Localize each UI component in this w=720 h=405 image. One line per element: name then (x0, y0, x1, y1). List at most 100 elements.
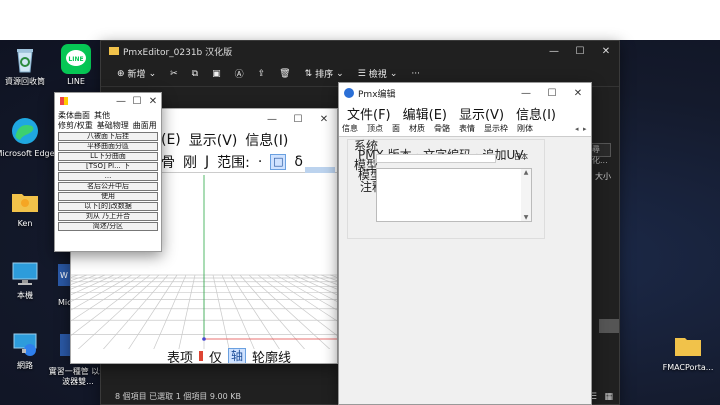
tab-face[interactable]: 面 (392, 123, 400, 136)
panel-button[interactable]: LL下分曲面 (58, 152, 158, 161)
tab-rigid-body[interactable]: 刚体 (517, 123, 533, 136)
view-button[interactable]: ☰ 檢視 ⌄ (358, 67, 398, 81)
folder-icon (10, 186, 40, 216)
panel-titlebar[interactable]: — ☐ ✕ (55, 93, 161, 109)
menu-info[interactable]: 信息(I) (245, 130, 288, 150)
more-button[interactable]: ··· (411, 69, 420, 79)
tab-display-frame[interactable]: 显示枠 (484, 123, 508, 136)
line-icon: LINE (61, 44, 91, 74)
panel-button[interactable]: ... (58, 172, 158, 181)
maximize-button[interactable]: ☐ (285, 114, 311, 125)
close-button[interactable]: ✕ (145, 96, 161, 107)
tab-morph[interactable]: 表情 (459, 123, 475, 136)
svg-text:W: W (60, 271, 68, 280)
copy-icon[interactable]: ⧉ (192, 69, 198, 79)
menu-edit[interactable]: 编辑(E) (403, 104, 447, 123)
user-folder-shortcut[interactable]: Ken (0, 186, 55, 229)
fmac-folder-label: FMACPorta... (662, 363, 714, 372)
menu-view[interactable]: 显示(V) (189, 130, 238, 150)
close-button[interactable]: ✕ (593, 46, 619, 57)
selected-file-row[interactable] (599, 319, 619, 333)
chevron-down-icon: ⌄ (389, 68, 398, 79)
close-button[interactable]: ✕ (311, 114, 337, 125)
share-icon[interactable]: ⇪ (258, 69, 266, 79)
tab-scroll-right-icon[interactable]: ▸ (583, 125, 587, 133)
tab-other[interactable]: 其他 (94, 111, 110, 121)
only-toggle[interactable]: 仅 (209, 347, 222, 364)
pmx-titlebar[interactable]: Pmx编辑 — ☐ ✕ (339, 83, 591, 103)
tab-bone[interactable]: 骨骼 (434, 123, 450, 136)
scroll-down-icon[interactable]: ▼ (521, 214, 531, 221)
sort-button[interactable]: ⇅ 排序 ⌄ (304, 67, 344, 81)
bone-toggle[interactable]: 骨 (161, 152, 175, 172)
menu-view[interactable]: 显示(V) (459, 104, 504, 123)
menu-edit[interactable]: (E) (161, 132, 181, 148)
new-button[interactable]: ⊕ 新增 ⌄ (117, 67, 157, 81)
fmac-folder-shortcut[interactable]: FMACPorta... (658, 330, 718, 373)
comment-textarea[interactable]: ▲ ▼ (376, 168, 532, 222)
menu-file[interactable]: 文件(F) (347, 104, 391, 123)
panel-button[interactable]: 名后公开中后 (58, 182, 158, 191)
model-name-input[interactable] (376, 154, 496, 163)
network-shortcut[interactable]: 網路 (0, 328, 55, 371)
minimize-button[interactable]: — (541, 46, 567, 57)
sort-icon: ⇅ (304, 68, 313, 79)
view-mini-toolbar[interactable] (305, 167, 335, 173)
maximize-button[interactable]: ☐ (539, 88, 565, 99)
edge-shortcut[interactable]: Microsoft Edge (0, 116, 55, 159)
rename-icon[interactable]: Ⓐ (235, 67, 244, 80)
tab-trim-weight[interactable]: 修剪/权重 (58, 121, 93, 131)
pmx-info-panel: 系统 PMX 版本 · 文字编码 · 追加UV 模型 模型 注释 日本 ▲ ▼ (347, 139, 545, 239)
edge-icon (10, 116, 40, 146)
japanese-label: 日本 (514, 153, 528, 161)
pmx-editor-window[interactable]: Pmx编辑 — ☐ ✕ 文件(F) 编辑(E) 显示(V) 信息(I) 信息 顶… (338, 82, 592, 405)
joint-toggle[interactable]: J (205, 154, 209, 170)
tab-surface-use[interactable]: 曲面用 (133, 121, 157, 131)
range-box-button[interactable]: □ (270, 153, 287, 170)
tab-vertex[interactable]: 顶点 (367, 123, 383, 136)
paste-icon[interactable]: ▣ (212, 69, 221, 79)
maximize-button[interactable]: ☐ (567, 46, 593, 57)
tool-panel-window[interactable]: — ☐ ✕ 柔体曲面 其他 修剪/权重 基础物理 曲面用 八被面下后挂 平移曲面… (54, 92, 162, 252)
panel-button[interactable]: 八被面下后挂 (58, 132, 158, 141)
comment-scrollbar[interactable]: ▲ ▼ (521, 169, 531, 221)
delta-button[interactable]: δ (294, 154, 303, 170)
line-shortcut[interactable]: LINE LINE (46, 44, 106, 87)
range-point-button[interactable]: · (258, 154, 262, 170)
scroll-up-icon[interactable]: ▲ (521, 169, 531, 176)
range-label: 范围: (217, 154, 250, 171)
menu-info[interactable]: 信息(I) (516, 104, 556, 123)
panel-button[interactable]: 刘从 乃上开合 (58, 212, 158, 221)
minimize-button[interactable]: — (113, 96, 129, 107)
panel-tabs-row2: 修剪/权重 基础物理 曲面用 (55, 121, 161, 131)
panel-button[interactable]: 使用 (58, 192, 158, 201)
panel-button[interactable]: 平移曲面分區 (58, 142, 158, 151)
minimize-button[interactable]: — (513, 88, 539, 99)
chevron-down-icon: ⌄ (148, 68, 157, 79)
tab-physics[interactable]: 基础物理 (97, 121, 129, 131)
network-icon (10, 328, 40, 358)
tab-info[interactable]: 信息 (342, 123, 358, 136)
line-label: LINE (67, 77, 85, 86)
edge-label: Microsoft Edge (0, 149, 55, 158)
rigid-toggle[interactable]: 刚 (183, 152, 197, 172)
tiles-view-icon[interactable]: ▦ (604, 392, 613, 402)
app-icon (60, 97, 68, 105)
maximize-button[interactable]: ☐ (129, 96, 145, 107)
vertex-toggle[interactable]: 表项 (167, 347, 193, 364)
panel-button[interactable]: [TSO] Pl... 下 (58, 162, 158, 171)
pmx-menubar: 文件(F) 编辑(E) 显示(V) 信息(I) (339, 103, 591, 123)
tab-scroll-left-icon[interactable]: ◂ (575, 125, 579, 133)
panel-button[interactable]: 简述/分区 (58, 222, 158, 231)
tab-soft-surface[interactable]: 柔体曲面 (58, 111, 90, 121)
explorer-titlebar[interactable]: PmxEditor_0231b 汉化版 — ☐ ✕ (101, 41, 619, 61)
panel-button[interactable]: 以下[的]改数据 (58, 202, 158, 211)
minimize-button[interactable]: — (259, 114, 285, 125)
outline-toggle[interactable]: 轮廓线 (252, 347, 291, 364)
tab-material[interactable]: 材质 (409, 123, 425, 136)
size-column-header[interactable]: 大小 (595, 171, 611, 182)
axis-toggle[interactable]: 轴 (228, 348, 247, 363)
close-button[interactable]: ✕ (565, 88, 591, 99)
delete-icon[interactable]: 🗑 (279, 69, 290, 79)
cut-icon[interactable]: ✂ (170, 69, 178, 79)
